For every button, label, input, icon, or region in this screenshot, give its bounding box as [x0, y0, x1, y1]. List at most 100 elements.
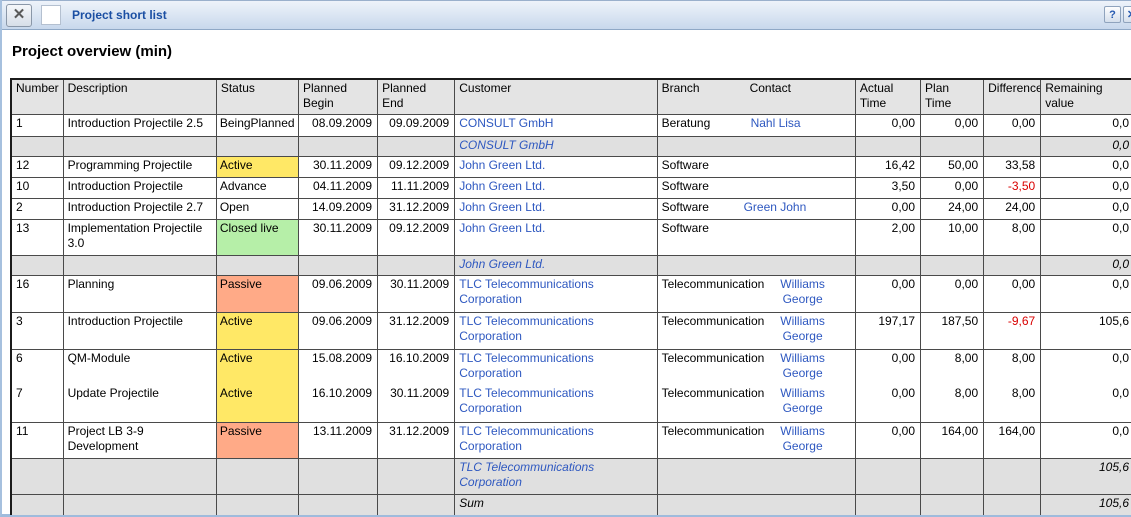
- branch-contact: Beratung Nahl Lisa: [662, 116, 851, 131]
- cell-actual-time: 0,00: [855, 198, 920, 219]
- contact-link[interactable]: Williams George: [765, 277, 841, 307]
- col-header-number: Number: [11, 79, 63, 114]
- contact-link[interactable]: Williams George: [765, 314, 841, 344]
- cell-status: Passive: [216, 275, 298, 312]
- customer-link[interactable]: CONSULT GmbH: [459, 116, 553, 130]
- branch-contact: TelecommunicationWilliams George: [662, 314, 851, 344]
- cell-status: Closed live: [216, 219, 298, 255]
- cell-remaining-value: 0,0: [1041, 422, 1131, 458]
- cell-customer: John Green Ltd.: [455, 198, 657, 219]
- cell-actual-time: 0,00: [855, 349, 920, 385]
- project-table-container: NumberDescriptionStatusPlanned BeginPlan…: [10, 78, 1131, 515]
- cell-customer: TLC Telecommunications Corporation: [455, 385, 657, 422]
- col-header-contact: Contact: [700, 81, 851, 96]
- cell-remaining-value: 0,0: [1041, 275, 1131, 312]
- branch-text: Software: [662, 179, 709, 194]
- cell-number: 10: [11, 177, 63, 198]
- cell-number: [11, 494, 63, 515]
- cell-branch-contact: [657, 494, 855, 515]
- cell-plan-time: 24,00: [921, 198, 984, 219]
- col-header-branch-contact: BranchContact: [657, 79, 855, 114]
- cell-planned-begin: 30.11.2009: [298, 219, 377, 255]
- titlebar: ✕ Project short list ? ✕: [2, 0, 1131, 30]
- close-window-button[interactable]: ✕: [6, 4, 32, 27]
- secondary-close-button[interactable]: ✕: [1123, 6, 1131, 23]
- cell-planned-end: [378, 494, 455, 515]
- table-row: 2Introduction Projectile 2.7Open14.09.20…: [11, 198, 1131, 219]
- customer-summary-link[interactable]: CONSULT GmbH: [459, 138, 553, 152]
- contact-link[interactable]: Green John: [744, 200, 807, 215]
- table-row: 12Programming ProjectileActive30.11.2009…: [11, 156, 1131, 177]
- cell-difference: 33,58: [984, 156, 1041, 177]
- customer-link[interactable]: John Green Ltd.: [459, 179, 545, 193]
- cell-planned-end: 30.11.2009: [378, 275, 455, 312]
- cell-description: [63, 494, 216, 515]
- branch-contact: TelecommunicationWilliams George: [662, 386, 851, 416]
- customer-link[interactable]: TLC Telecommunications Corporation: [459, 351, 594, 380]
- cell-status: Active: [216, 385, 298, 422]
- cell-plan-time: 50,00: [921, 156, 984, 177]
- cell-remaining-value: 0,0: [1041, 156, 1131, 177]
- customer-link[interactable]: TLC Telecommunications Corporation: [459, 424, 594, 453]
- cell-description: Introduction Projectile 2.7: [63, 198, 216, 219]
- cell-customer: John Green Ltd.: [455, 156, 657, 177]
- customer-link[interactable]: John Green Ltd.: [459, 200, 545, 214]
- cell-actual-time: 16,42: [855, 156, 920, 177]
- cell-actual-time: 0,00: [855, 114, 920, 136]
- cell-number: [11, 458, 63, 494]
- table-row: 13Implementation Projectile 3.0Closed li…: [11, 219, 1131, 255]
- customer-summary-link[interactable]: John Green Ltd.: [459, 257, 545, 271]
- blank-document-icon[interactable]: [41, 5, 61, 25]
- cell-branch-contact: [657, 458, 855, 494]
- cell-planned-end: [378, 255, 455, 275]
- cell-planned-end: 31.12.2009: [378, 312, 455, 349]
- cell-status: [216, 255, 298, 275]
- cell-description: QM-Module: [63, 349, 216, 385]
- contact-link[interactable]: Williams George: [765, 351, 841, 381]
- cell-description: Introduction Projectile: [63, 312, 216, 349]
- sum-row: Sum105,6: [11, 494, 1131, 515]
- customer-summary-link[interactable]: TLC Telecommunications Corporation: [459, 460, 594, 489]
- cell-planned-end: 09.12.2009: [378, 219, 455, 255]
- help-button[interactable]: ?: [1104, 6, 1121, 23]
- cell-customer: Sum: [455, 494, 657, 515]
- cell-number: 7: [11, 385, 63, 422]
- cell-contact: Williams George: [764, 277, 851, 307]
- cell-actual-time: 197,17: [855, 312, 920, 349]
- customer-link[interactable]: John Green Ltd.: [459, 158, 545, 172]
- cell-description: [63, 136, 216, 156]
- col-header-branch: Branch: [662, 81, 700, 96]
- customer-link[interactable]: John Green Ltd.: [459, 221, 545, 235]
- customer-link[interactable]: TLC Telecommunications Corporation: [459, 386, 594, 415]
- cell-planned-end: 31.12.2009: [378, 198, 455, 219]
- cell-description: Update Projectile: [63, 385, 216, 422]
- cell-planned-begin: 08.09.2009: [298, 114, 377, 136]
- contact-link[interactable]: Williams George: [765, 386, 841, 416]
- contact-link[interactable]: Nahl Lisa: [751, 116, 801, 131]
- cell-plan-time: [921, 136, 984, 156]
- customer-link[interactable]: TLC Telecommunications Corporation: [459, 314, 594, 343]
- cell-status: Open: [216, 198, 298, 219]
- contact-link[interactable]: Williams George: [765, 424, 841, 454]
- cell-actual-time: 3,50: [855, 177, 920, 198]
- branch-contact: TelecommunicationWilliams George: [662, 277, 851, 307]
- cell-status: [216, 458, 298, 494]
- cell-plan-time: [921, 494, 984, 515]
- col-header-difference: Difference: [984, 79, 1041, 114]
- branch-contact: Software: [662, 158, 851, 173]
- cell-difference: 164,00: [984, 422, 1041, 458]
- branch-text: Beratung: [662, 116, 711, 131]
- cell-actual-time: 0,00: [855, 385, 920, 422]
- cell-planned-begin: [298, 458, 377, 494]
- cell-contact: [709, 158, 851, 173]
- cell-status: BeingPlanned: [216, 114, 298, 136]
- cell-remaining-value: 0,0: [1041, 349, 1131, 385]
- branch-contact: Software: [662, 221, 851, 236]
- cell-planned-end: 09.09.2009: [378, 114, 455, 136]
- customer-link[interactable]: TLC Telecommunications Corporation: [459, 277, 594, 306]
- cell-difference: 24,00: [984, 198, 1041, 219]
- cell-planned-end: [378, 136, 455, 156]
- cell-contact: Williams George: [764, 424, 851, 454]
- cell-branch-contact: TelecommunicationWilliams George: [657, 349, 855, 385]
- cell-difference: -9,67: [984, 312, 1041, 349]
